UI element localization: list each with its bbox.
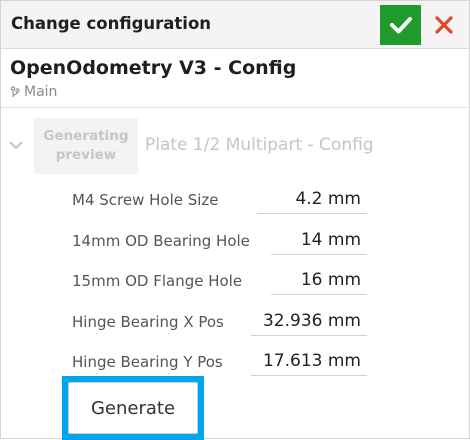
generate-button-highlight: Generate xyxy=(62,376,204,440)
parameter-14mm-od-bearing-hole: 14mm OD Bearing Hole xyxy=(65,224,367,258)
document-name: OpenOdometry V3 - Config xyxy=(10,57,297,79)
branch-indicator: Main xyxy=(10,84,57,100)
parameter-hinge-bearing-x-pos: Hinge Bearing X Pos xyxy=(65,305,367,339)
branch-name: Main xyxy=(24,84,58,100)
part-name: Plate 1/2 Multipart - Config xyxy=(145,135,374,155)
parameter-label: Hinge Bearing X Pos xyxy=(72,313,224,331)
document-header: OpenOdometry V3 - Config Main xyxy=(1,50,469,108)
parameter-15mm-od-flange-hole: 15mm OD Flange Hole xyxy=(65,264,367,298)
thumbnail-status-line2: preview xyxy=(55,147,117,163)
part-thumbnail: Generating preview xyxy=(34,118,138,174)
confirm-button[interactable] xyxy=(380,5,421,45)
part-row: Generating preview Plate 1/2 Multipart -… xyxy=(1,116,469,174)
parameter-label: Hinge Bearing Y Pos xyxy=(72,353,223,371)
dialog-title: Change configuration xyxy=(11,14,212,33)
parameter-m4-screw-hole-size: M4 Screw Hole Size xyxy=(65,183,367,217)
chevron-down-icon xyxy=(9,141,23,149)
change-configuration-dialog: Change configuration OpenOdometry V3 - C… xyxy=(0,0,470,440)
parameter-label: 15mm OD Flange Hole xyxy=(72,272,243,290)
hinge-bearing-y-pos-field[interactable] xyxy=(251,346,367,376)
hinge-bearing-x-pos-field[interactable] xyxy=(251,306,367,336)
close-icon xyxy=(435,16,453,34)
parameter-label: 14mm OD Bearing Hole xyxy=(72,232,250,250)
thumbnail-status-line1: Generating xyxy=(43,128,129,144)
check-icon xyxy=(389,17,412,34)
dialog-titlebar: Change configuration xyxy=(1,1,469,49)
m4-screw-hole-size-field[interactable] xyxy=(257,184,367,214)
generate-button[interactable]: Generate xyxy=(68,382,198,434)
cancel-button[interactable] xyxy=(426,7,462,43)
15mm-od-flange-hole-field[interactable] xyxy=(271,265,367,295)
parameter-label: M4 Screw Hole Size xyxy=(72,191,219,209)
parameter-hinge-bearing-y-pos: Hinge Bearing Y Pos xyxy=(65,345,367,379)
14mm-od-bearing-hole-field[interactable] xyxy=(271,225,367,255)
branch-icon xyxy=(10,86,20,97)
expand-toggle[interactable] xyxy=(7,138,25,152)
